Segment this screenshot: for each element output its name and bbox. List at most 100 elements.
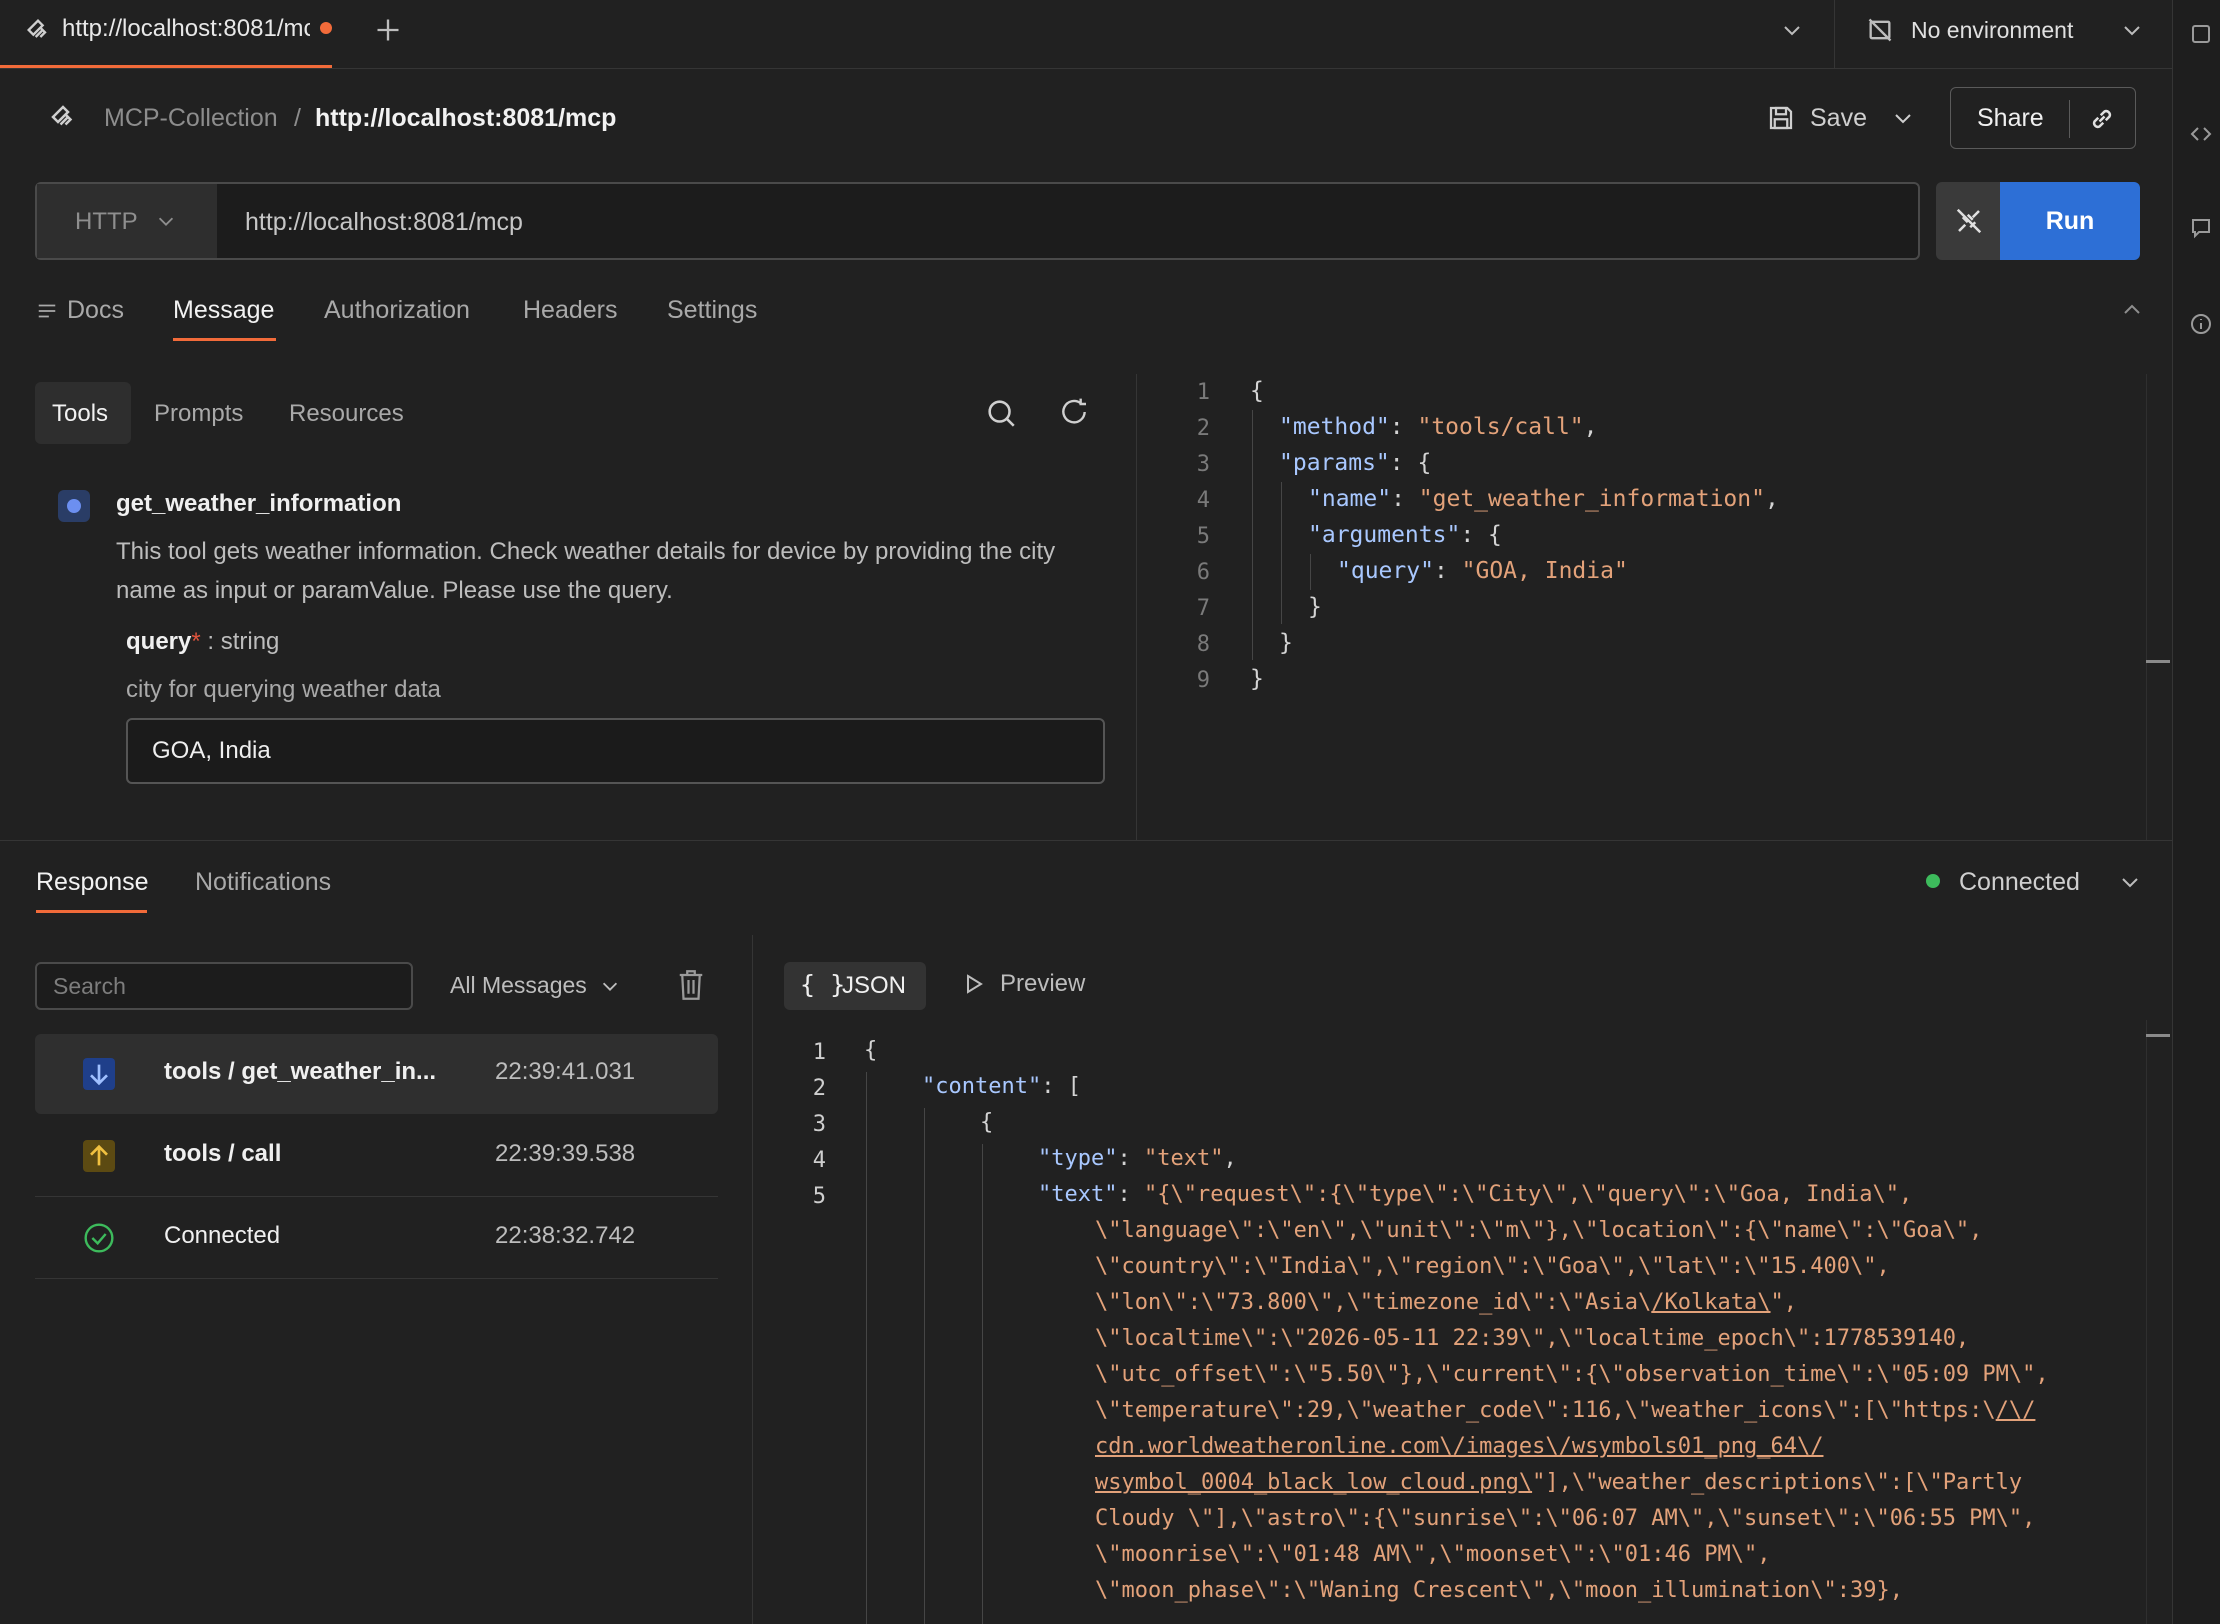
line-number: 6	[1196, 560, 1210, 585]
url-bar: HTTP http://localhost:8081/mcp	[35, 182, 1920, 260]
tab-message[interactable]: Message	[173, 296, 274, 325]
code-line: \"language\":\"en\",\"unit\":\"m\"},\"lo…	[1095, 1218, 1983, 1243]
response-scrollbar[interactable]	[2146, 1020, 2147, 1624]
save-button[interactable]: Save	[1766, 96, 1915, 140]
tab-notifications[interactable]: Notifications	[195, 868, 331, 897]
docs-icon	[36, 300, 58, 322]
param-required-marker: *	[191, 628, 201, 655]
json-string: "tools/call"	[1417, 414, 1584, 440]
json-key: "params"	[1279, 450, 1390, 476]
active-tab-underline	[36, 910, 147, 913]
connected-check-icon	[83, 1222, 115, 1254]
method-selector[interactable]: HTTP	[37, 184, 217, 258]
message-item[interactable]: Connected 22:38:32.742	[35, 1198, 718, 1279]
link-icon[interactable]	[2087, 104, 2117, 134]
messages-filter[interactable]: All Messages	[450, 972, 621, 999]
url-input[interactable]: http://localhost:8081/mcp	[245, 208, 523, 237]
editor-scrollbar-thumb[interactable]	[2146, 660, 2170, 663]
tab-authorization[interactable]: Authorization	[324, 296, 470, 325]
share-button[interactable]: Share	[1950, 87, 2136, 149]
line-number: 7	[1196, 596, 1210, 621]
collapse-icon[interactable]	[2120, 298, 2144, 322]
preview-button[interactable]: Preview	[962, 970, 1085, 998]
code-line: \"utc_offset\":\"5.50\"},\"current\":{\"…	[1095, 1362, 2049, 1387]
line-number: 1	[1196, 380, 1210, 405]
code-line: {	[980, 1110, 994, 1135]
json-link[interactable]: wsymbol_0004_black_low_cloud.png\	[1095, 1470, 1532, 1495]
tool-radio[interactable]	[58, 490, 90, 522]
trash-icon[interactable]	[676, 968, 706, 1002]
environment-dropdown-icon[interactable]	[2120, 18, 2144, 42]
preview-label: Preview	[1000, 970, 1086, 997]
json-string: "GOA, India"	[1461, 558, 1628, 584]
tab-bar: http://localhost:8081/mcp No environment	[0, 0, 2172, 69]
braces-icon: { }	[800, 970, 846, 999]
indent-guide	[1310, 554, 1311, 590]
right-sidebar	[2172, 0, 2220, 1624]
refresh-icon[interactable]	[1058, 396, 1090, 428]
message-time: 22:38:32.742	[495, 1222, 636, 1249]
json-string: "get_weather_information"	[1418, 486, 1765, 512]
info-icon[interactable]	[2189, 312, 2213, 336]
connection-dropdown-icon[interactable]	[2118, 870, 2142, 894]
connected-status-dot	[1926, 874, 1940, 888]
save-dropdown-icon[interactable]	[1891, 106, 1915, 130]
code-line: "text": "{\"request\":{\"type\":\"City\"…	[1038, 1182, 1913, 1207]
no-environment-icon	[1866, 16, 1894, 44]
json-view-button[interactable]: { } JSON	[784, 962, 926, 1010]
indent-guide	[982, 1144, 983, 1624]
line-number: 3	[812, 1112, 826, 1137]
param-description: city for querying weather data	[126, 676, 441, 703]
new-tab-button[interactable]	[374, 16, 402, 44]
breadcrumb-request[interactable]: http://localhost:8081/mcp	[315, 104, 616, 133]
active-tab-underline	[173, 338, 276, 341]
comments-icon[interactable]	[2189, 216, 2213, 240]
tabs-dropdown-icon[interactable]	[1780, 18, 1804, 42]
code-line: }	[1250, 666, 1264, 692]
response-scrollbar-thumb[interactable]	[2146, 1034, 2170, 1037]
method-dropdown-icon	[155, 210, 177, 232]
run-button[interactable]: Run	[2000, 182, 2140, 260]
messages-search-input[interactable]	[35, 962, 413, 1010]
tab-response[interactable]: Response	[36, 868, 149, 897]
chevron-down-icon	[599, 975, 621, 997]
json-link[interactable]: /Kolkata\	[1651, 1290, 1770, 1315]
tab-settings[interactable]: Settings	[667, 296, 757, 325]
search-icon[interactable]	[984, 396, 1018, 430]
tab-docs[interactable]: Docs	[67, 296, 124, 325]
unsaved-dot	[320, 22, 332, 34]
code-line: "name": "get_weather_information",	[1308, 486, 1779, 512]
query-input[interactable]	[126, 718, 1105, 784]
code-line: "arguments": {	[1308, 522, 1502, 548]
disconnect-button[interactable]	[1936, 182, 2000, 260]
subtab-resources[interactable]: Resources	[289, 400, 404, 428]
code-line: wsymbol_0004_black_low_cloud.png\"],\"we…	[1095, 1470, 2022, 1495]
indent-guide	[1252, 410, 1253, 660]
indent-guide	[866, 1072, 867, 1624]
collection-icon	[48, 102, 78, 132]
tab-headers[interactable]: Headers	[523, 296, 618, 325]
code-snippet-icon[interactable]	[2189, 122, 2213, 146]
editor-scrollbar[interactable]	[2146, 374, 2147, 840]
json-link[interactable]: cdn.worldweatheronline.com\/images\/wsym…	[1095, 1434, 1823, 1459]
json-string: "],\"weather_descriptions\":[\"Partly	[1532, 1470, 2023, 1495]
json-key: "arguments"	[1308, 522, 1461, 548]
subtab-prompts[interactable]: Prompts	[154, 400, 243, 428]
message-item[interactable]: tools / call 22:39:39.538	[35, 1116, 718, 1197]
json-key: "type"	[1038, 1146, 1118, 1171]
subtab-tools[interactable]: Tools	[52, 400, 108, 428]
code-icon[interactable]	[2189, 22, 2213, 46]
message-label: tools / call	[164, 1140, 282, 1167]
line-number: 8	[1196, 632, 1210, 657]
line-number: 2	[1196, 416, 1210, 441]
message-item[interactable]: tools / get_weather_in... 22:39:41.031	[35, 1034, 718, 1114]
json-key: "query"	[1337, 558, 1434, 584]
request-tab[interactable]: http://localhost:8081/mcp	[0, 0, 332, 68]
breadcrumb-separator: /	[294, 104, 301, 132]
environment-selector[interactable]: No environment	[1911, 17, 2073, 44]
message-time: 22:39:39.538	[495, 1140, 636, 1167]
breadcrumb-collection[interactable]: MCP-Collection	[104, 104, 278, 133]
json-link[interactable]: /\/	[1996, 1398, 2036, 1423]
indent-guide	[924, 1108, 925, 1624]
code-line: \"temperature\":29,\"weather_code\":116,…	[1095, 1398, 2035, 1423]
